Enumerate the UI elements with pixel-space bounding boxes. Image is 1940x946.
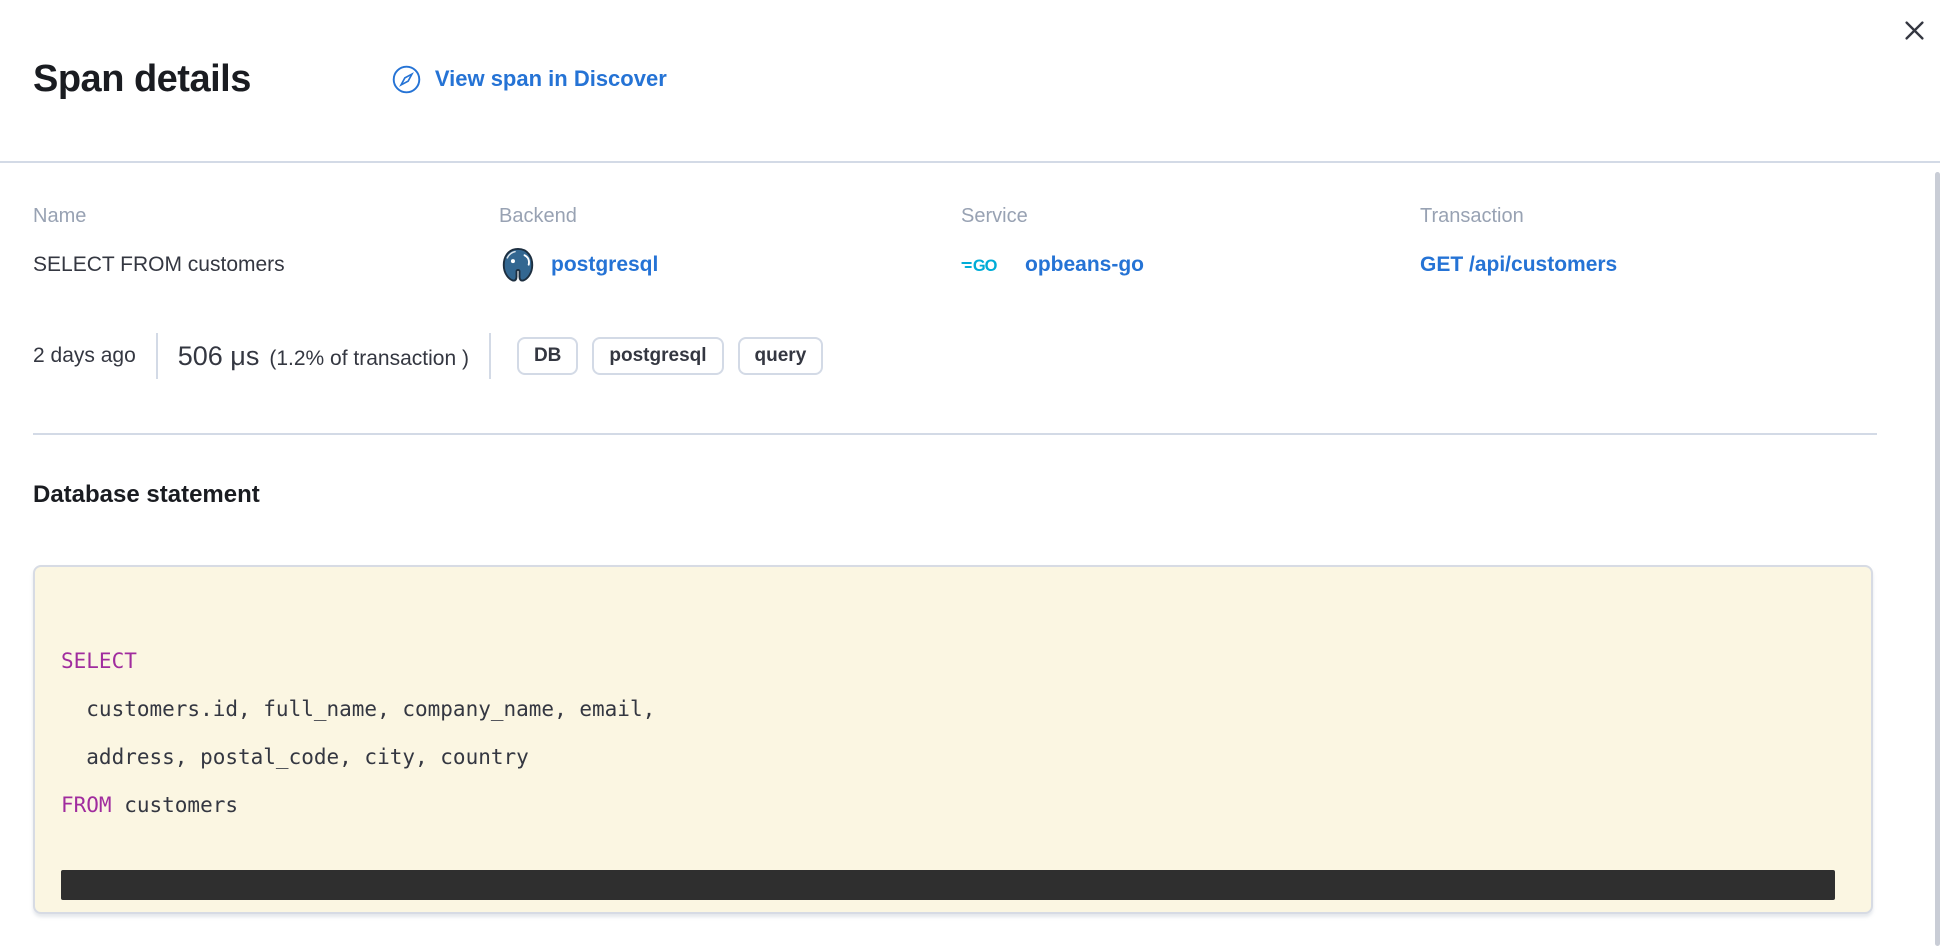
transaction-link[interactable]: GET /api/customers	[1420, 250, 1617, 280]
span-metadata-grid: Name SELECT FROM customers Backend postg…	[33, 203, 1884, 287]
compass-icon	[391, 64, 422, 95]
meta-column-transaction: Transaction GET /api/customers	[1420, 203, 1884, 287]
vertical-divider	[489, 333, 491, 379]
meta-label-service: Service	[961, 203, 1420, 229]
span-name-value: SELECT FROM customers	[33, 243, 499, 287]
code-line: address, postal_code, city, country	[61, 733, 1847, 781]
span-duration: 506 μs	[178, 341, 260, 372]
badge-query: query	[738, 337, 824, 375]
code-line: FROM customers	[61, 781, 1847, 829]
meta-label-name: Name	[33, 203, 499, 229]
postgresql-icon	[499, 246, 537, 284]
close-button[interactable]	[1892, 8, 1936, 52]
flyout-header: Span details View span in Discover	[0, 0, 1940, 163]
header-row: Span details View span in Discover	[33, 30, 667, 129]
code-line: customers.id, full_name, company_name, e…	[61, 685, 1847, 733]
close-icon	[1901, 17, 1928, 44]
view-span-in-discover-link[interactable]: View span in Discover	[391, 64, 667, 95]
meta-column-backend: Backend postgresql	[499, 203, 961, 287]
meta-column-service: Service GO opbeans-go	[961, 203, 1420, 287]
badge-db: DB	[517, 337, 578, 375]
duration-percent-note: (1.2% of transaction )	[269, 347, 469, 371]
page-title: Span details	[33, 55, 251, 103]
badge-group: DB postgresql query	[517, 337, 823, 375]
code-line: SELECT	[61, 637, 1847, 685]
meta-label-backend: Backend	[499, 203, 961, 229]
vertical-scrollbar[interactable]	[1935, 172, 1940, 946]
badge-postgresql: postgresql	[592, 337, 723, 375]
flyout-body: Name SELECT FROM customers Backend postg…	[0, 203, 1940, 914]
go-icon: GO	[961, 250, 1011, 280]
section-divider	[33, 433, 1877, 435]
svg-text:GO: GO	[973, 257, 998, 275]
timestamp: 2 days ago	[33, 344, 136, 368]
backend-link[interactable]: postgresql	[551, 250, 658, 280]
redacted-bar	[61, 870, 1835, 900]
vertical-divider	[156, 333, 158, 379]
database-statement-heading: Database statement	[33, 481, 1884, 509]
service-link[interactable]: opbeans-go	[1025, 250, 1144, 280]
span-summary-row: 2 days ago 506 μs (1.2% of transaction )…	[33, 333, 1884, 379]
meta-column-name: Name SELECT FROM customers	[33, 203, 499, 287]
meta-label-transaction: Transaction	[1420, 203, 1884, 229]
duration-wrap: 506 μs (1.2% of transaction )	[178, 341, 469, 372]
discover-link-label: View span in Discover	[435, 66, 667, 92]
database-statement-code-block: SELECT customers.id, full_name, company_…	[33, 565, 1873, 914]
